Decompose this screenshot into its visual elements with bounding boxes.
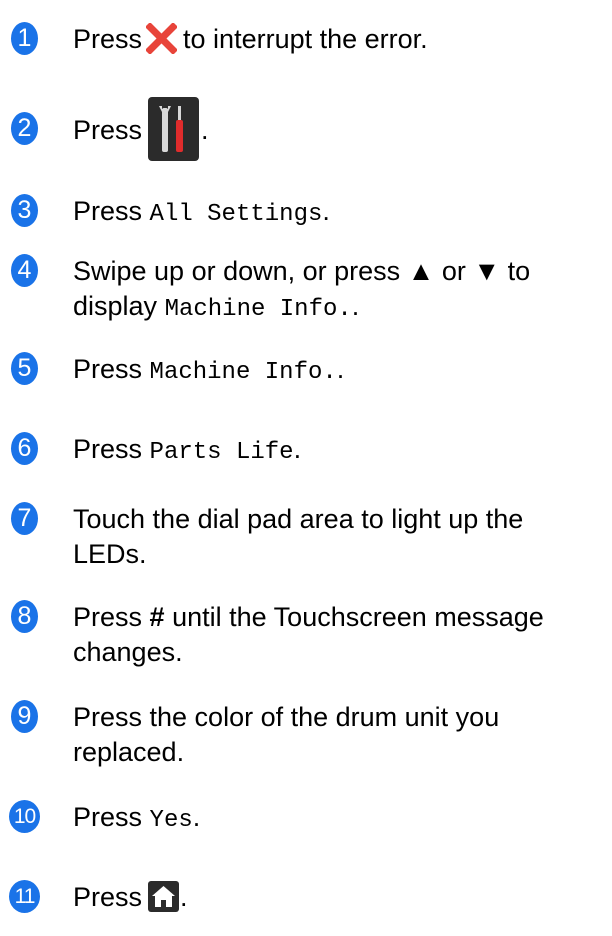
code-text: Machine Info. — [149, 359, 337, 386]
code-text: Parts Life — [149, 439, 294, 466]
step-number-10: 10 — [9, 800, 40, 833]
step-number-11: 11 — [9, 880, 40, 913]
step-8-text: Press # until the Touchscreen message ch… — [73, 602, 544, 667]
step-number-3: 3 — [11, 194, 38, 227]
settings-tools-icon — [148, 97, 200, 161]
step-5-text: Press Machine Info.. — [73, 354, 345, 386]
step-7-text: Touch the dial pad area to light up the … — [73, 504, 524, 569]
step-number-2: 2 — [11, 112, 38, 145]
home-icon — [148, 881, 180, 912]
x-cancel-icon — [145, 22, 178, 55]
step-4-text: Swipe up or down, or press ▲ or ▼ to dis… — [73, 256, 531, 323]
step-11-text: Press . — [73, 881, 188, 912]
code-text: Machine Info. — [164, 296, 352, 323]
step-1-text: Press to interrupt the error. — [73, 22, 428, 55]
step-number-5: 5 — [11, 352, 38, 385]
step-number-8: 8 — [11, 600, 38, 633]
step-number-7: 7 — [11, 502, 38, 535]
code-text: All Settings — [149, 201, 323, 228]
step-number-1: 1 — [11, 22, 38, 55]
step-2-text: Press . — [73, 97, 603, 161]
step-9-text: Press the color of the drum unit you rep… — [73, 702, 500, 767]
step-10-text: Press Yes. — [73, 802, 201, 834]
step-number-6: 6 — [11, 432, 38, 465]
hash-key: # — [149, 602, 165, 632]
step-6-text: Press Parts Life. — [73, 434, 302, 466]
code-text: Yes — [149, 807, 193, 834]
step-number-9: 9 — [11, 700, 38, 733]
step-3-text: Press All Settings. — [73, 196, 330, 228]
step-number-4: 4 — [11, 254, 38, 287]
